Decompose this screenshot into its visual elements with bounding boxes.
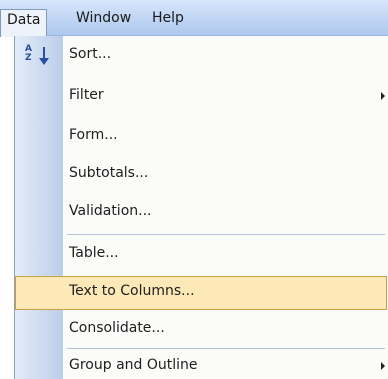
menu-separator (67, 348, 385, 349)
data-menu-dropdown: AZ Sort... Filter Form... Subtotals... V… (14, 36, 388, 379)
menu-item-text-to-columns[interactable]: Text to Columns... (15, 276, 387, 310)
menu-item-filter-label: Filter (69, 87, 104, 103)
menu-item-group-and-outline-label: Group and Outline (69, 357, 198, 373)
menu-item-consolidate-label: Consolidate... (69, 320, 165, 336)
menu-data-label: Data (7, 12, 41, 28)
menu-separator (67, 234, 385, 235)
menu-data[interactable]: Data (0, 9, 48, 37)
submenu-arrow-icon (381, 362, 385, 370)
menu-window-label: Window (76, 10, 132, 26)
menu-item-form[interactable]: Form... (15, 120, 387, 154)
menu-item-consolidate[interactable]: Consolidate... (15, 313, 387, 347)
menu-item-subtotals-label: Subtotals... (69, 165, 149, 181)
menu-help[interactable]: Help (146, 8, 190, 30)
menu-help-label: Help (152, 10, 184, 26)
menu-item-subtotals[interactable]: Subtotals... (15, 158, 387, 192)
submenu-arrow-icon (381, 92, 385, 100)
sort-ascending-icon: AZ (25, 45, 55, 67)
menu-item-sort[interactable]: AZ Sort... (15, 39, 387, 73)
menu-item-table[interactable]: Table... (15, 238, 387, 272)
menu-item-table-label: Table... (69, 245, 119, 261)
excel-screen: Data Window Help AZ Sort... Filter Form.… (0, 0, 388, 379)
menu-item-filter[interactable]: Filter (15, 80, 387, 114)
menu-bar: Data Window Help (0, 0, 388, 37)
menu-item-text-to-columns-label: Text to Columns... (69, 283, 195, 299)
menu-item-validation-label: Validation... (69, 203, 152, 219)
menu-item-sort-label: Sort... (69, 46, 112, 62)
menu-item-validation[interactable]: Validation... (15, 196, 387, 230)
menu-item-form-label: Form... (69, 127, 118, 143)
menu-window[interactable]: Window (70, 8, 137, 30)
menu-item-group-and-outline[interactable]: Group and Outline (15, 350, 387, 379)
